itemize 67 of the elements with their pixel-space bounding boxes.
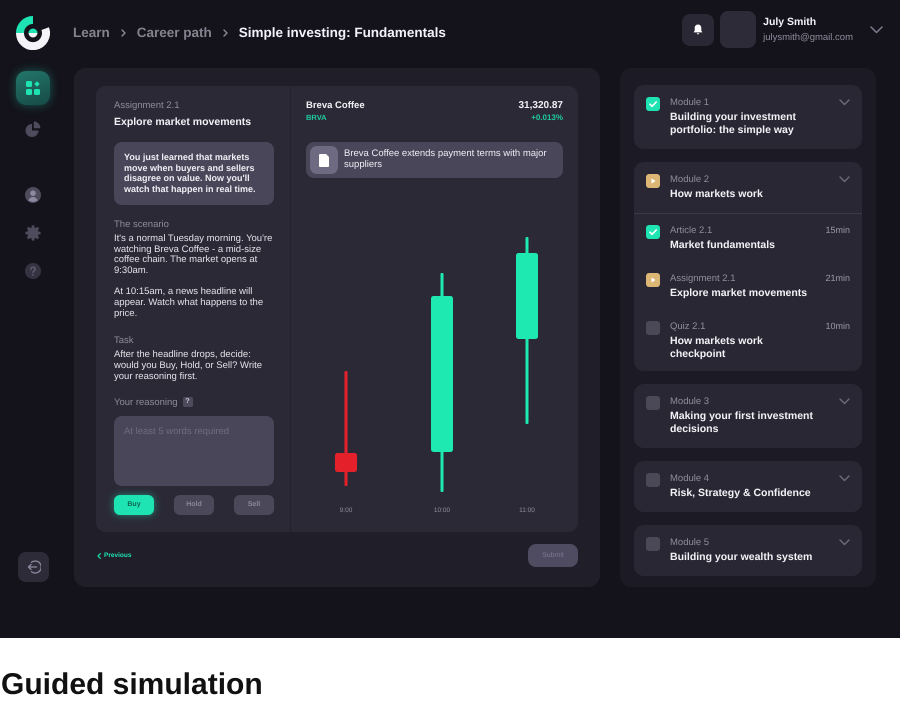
user-email: julysmith@gmail.com xyxy=(763,32,853,43)
lesson-title[interactable]: Market fundamentals xyxy=(670,239,816,252)
chevron-left-icon xyxy=(97,552,101,558)
lesson-duration: 21min xyxy=(825,273,850,283)
page-caption: Guided simulation xyxy=(0,667,264,703)
empty-box-icon xyxy=(646,396,660,410)
module-label: Module 5 xyxy=(670,537,710,548)
user-icon xyxy=(25,187,41,203)
chevron-right-icon xyxy=(222,29,228,37)
play-square-icon xyxy=(646,174,660,188)
play-square-icon xyxy=(646,273,660,287)
document-icon xyxy=(310,146,338,174)
section-heading: Task xyxy=(114,335,135,346)
user-name: July Smith xyxy=(763,16,818,29)
checked-box-icon xyxy=(646,225,660,239)
news-headline: Breva Coffee extends payment terms with major suppliers xyxy=(344,149,548,171)
chevron-down-icon[interactable] xyxy=(839,475,850,482)
field-label: Your reasoning xyxy=(114,396,178,408)
module-title[interactable]: Building your wealth system xyxy=(670,551,829,564)
empty-box-icon xyxy=(646,537,660,551)
grid-icon xyxy=(26,81,40,95)
module-label: Module 2 xyxy=(670,174,710,185)
lesson-type-label: Article 2.1 xyxy=(670,225,714,236)
paragraph: After the headline drops, decide: would you Buy, Hold, or Sell? Write your reasoning first. xyxy=(114,350,264,383)
price-change: +0.013% xyxy=(531,112,563,124)
module-title[interactable]: Building your investment portfolio: the simple way xyxy=(670,111,829,137)
breadcrumb-item: Simple investing: Fundamentals xyxy=(238,25,446,41)
lesson-type-label: Assignment 2.1 xyxy=(670,273,736,284)
bell-icon xyxy=(693,24,704,35)
module-title[interactable]: Making your first investment decisions xyxy=(670,410,829,436)
paragraph: It's a normal Tuesday morning. You're watching Breva Coffee - a mid-size coffee chain. The market opens at 9:30am. xyxy=(114,234,274,277)
section-heading: The scenario xyxy=(114,218,170,230)
assignment-title: Explore market movements xyxy=(114,116,252,129)
paragraph: At 10:15am, a news headline will appear. Watch what happens to the price. xyxy=(114,287,264,320)
intro-callout: You just learned that markets move when buyers and sellers disagree on value. Now you'll watch that happen in real time. xyxy=(114,142,274,205)
settings-icon xyxy=(25,225,41,241)
stock-name: Breva Coffee xyxy=(306,100,365,112)
logout-icon xyxy=(26,560,40,574)
lesson-duration: 15min xyxy=(825,225,850,235)
chevron-down-icon[interactable] xyxy=(870,26,883,34)
module-label: Module 1 xyxy=(670,97,710,108)
module-label: Module 4 xyxy=(670,473,710,484)
lesson-title[interactable]: How markets work checkpoint xyxy=(670,335,816,361)
stock-price: 31,320.87 xyxy=(518,100,563,112)
logout-button[interactable] xyxy=(18,552,49,582)
lesson-title[interactable]: Explore market movements xyxy=(670,287,816,300)
app-logo[interactable] xyxy=(16,16,50,50)
chevron-down-icon[interactable] xyxy=(839,539,850,546)
module-title[interactable]: How markets work xyxy=(670,188,829,201)
chevron-down-icon[interactable] xyxy=(839,99,850,106)
help-icon xyxy=(25,263,41,279)
breadcrumb-item[interactable]: Learn xyxy=(73,25,110,41)
empty-box-icon xyxy=(646,321,660,335)
assignment-label: Assignment 2.1 xyxy=(114,100,180,111)
chevron-right-icon xyxy=(120,29,126,37)
chevron-down-icon[interactable] xyxy=(839,176,850,183)
pie-chart-icon xyxy=(25,121,41,137)
checked-box-icon xyxy=(646,97,660,111)
breadcrumb-item[interactable]: Career path xyxy=(136,25,212,41)
empty-box-icon xyxy=(646,473,660,487)
module-title[interactable]: Risk, Strategy & Confidence xyxy=(670,487,829,500)
sidebar-item[interactable] xyxy=(16,71,50,105)
chevron-down-icon[interactable] xyxy=(839,398,850,405)
module-label: Module 3 xyxy=(670,396,710,407)
lesson-type-label: Quiz 2.1 xyxy=(670,321,706,332)
notification-button[interactable] xyxy=(682,14,714,46)
lesson-duration: 10min xyxy=(825,321,850,331)
